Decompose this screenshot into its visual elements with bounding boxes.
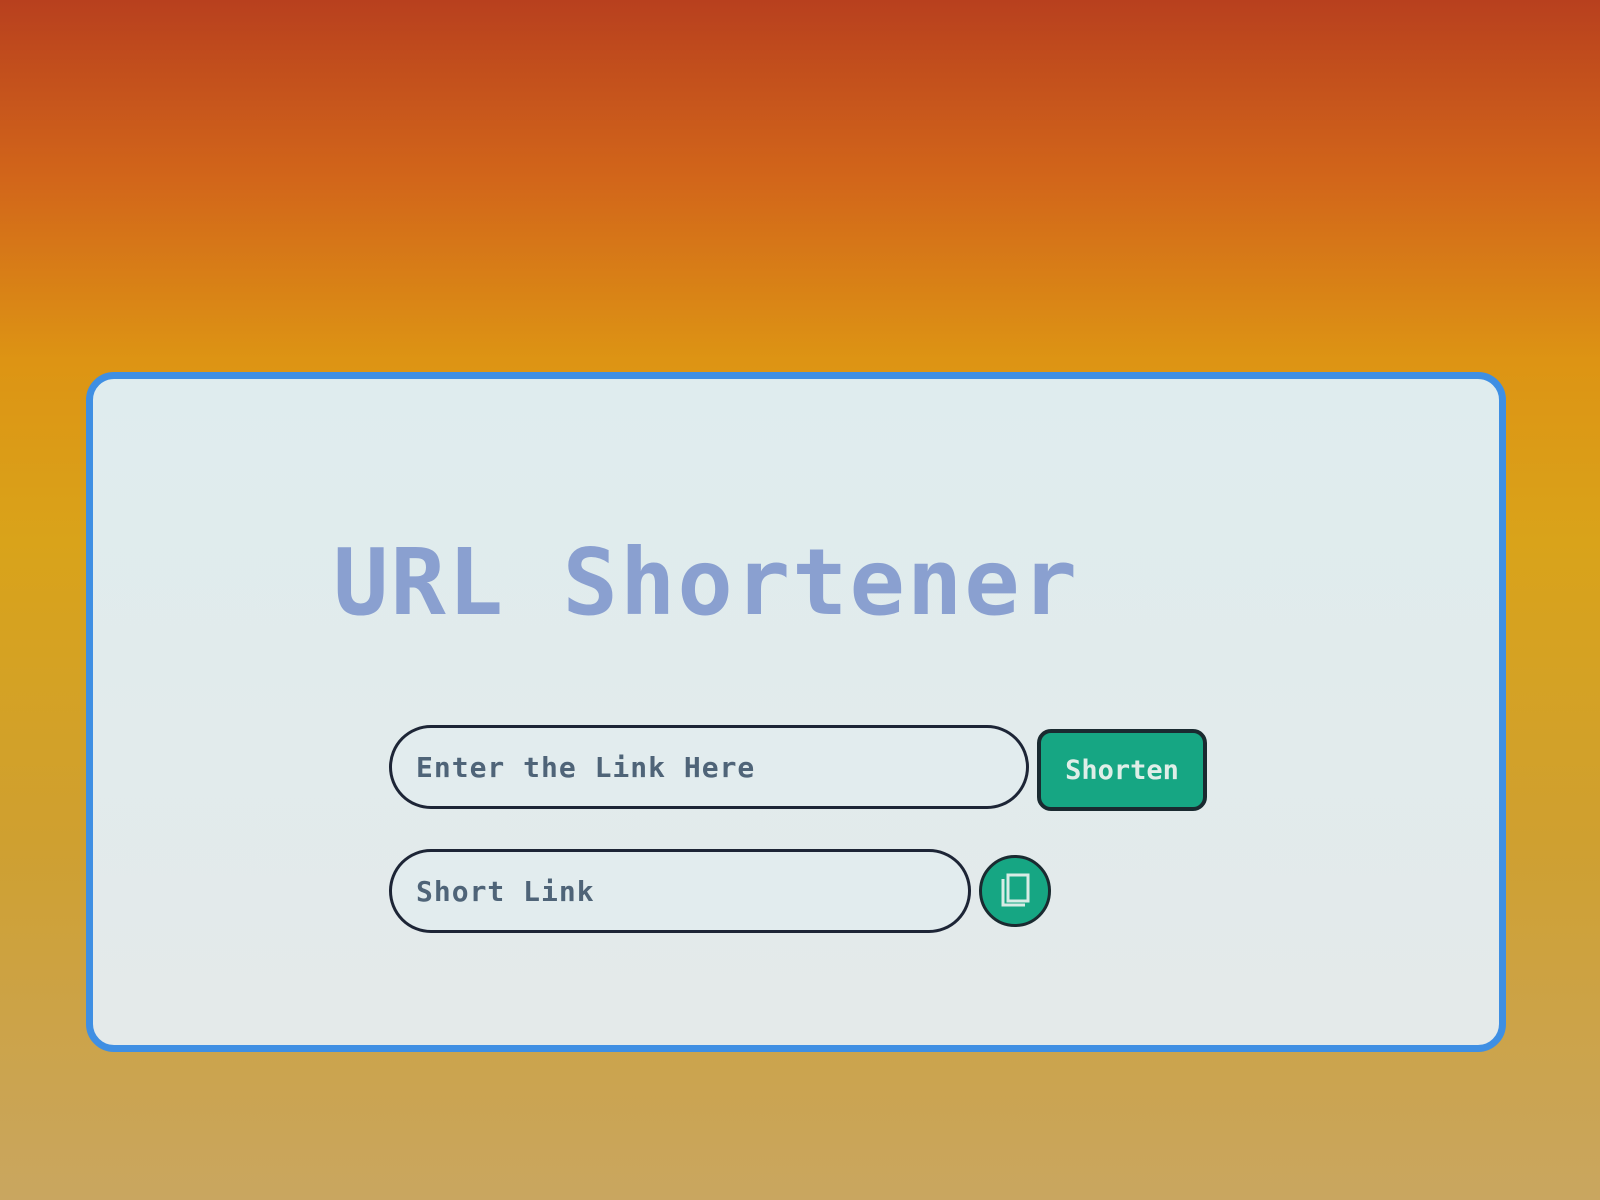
short-link-output[interactable]: [389, 849, 971, 933]
copy-button[interactable]: [979, 855, 1051, 927]
copy-icon: [1001, 873, 1030, 907]
long-url-input[interactable]: [389, 725, 1029, 809]
page-title: URL Shortener: [333, 529, 1080, 636]
shorten-button[interactable]: Shorten: [1037, 729, 1207, 811]
url-shortener-card: URL Shortener Shorten: [86, 372, 1506, 1052]
